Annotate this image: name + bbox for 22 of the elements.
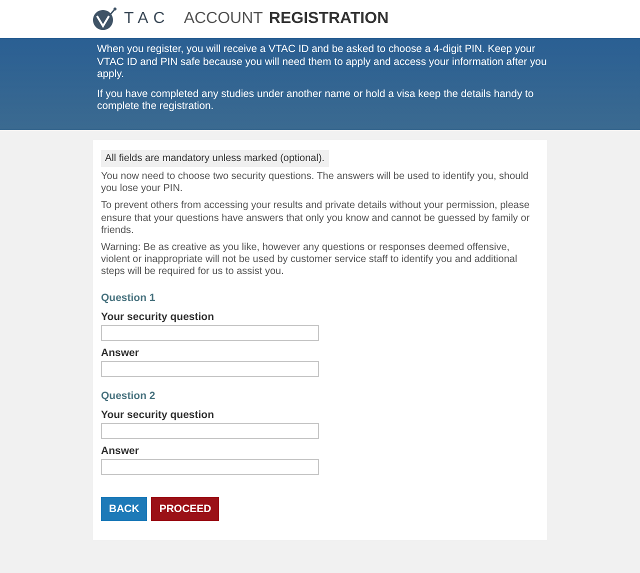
- input-field[interactable]: [101, 422, 319, 439]
- input-field[interactable]: [101, 360, 319, 377]
- banner-text: If you have completed any studies under another name or hold a visa keep the details handy to complete the registration.: [97, 88, 535, 114]
- instruction-text: To prevent others from accessing your results and private details without your permission, please ensure that your questions have answers that only you know and cannot be guessed by family or friends.: [101, 200, 531, 238]
- instruction-text: You now need to choose two security questions. The answers will be used to identify you, should you lose your PIN.: [101, 171, 530, 196]
- field-label: Your security question: [101, 310, 215, 323]
- page-title-bold: REGISTRATION: [268, 10, 389, 28]
- question-heading: Question 2: [101, 390, 156, 402]
- field-label: Answer: [101, 444, 140, 457]
- logo-icon: [92, 7, 118, 31]
- proceed-button[interactable]: PROCEED: [151, 496, 220, 521]
- field-label: Your security question: [101, 408, 215, 421]
- input-field[interactable]: [101, 324, 319, 341]
- input-field[interactable]: [101, 458, 319, 475]
- instruction-text: Warning: Be as creative as you like, however any questions or responses deemed offensive, violent or inappropriate will not be used by customer service staff to identify you and additional steps will be required for us to assist you.: [101, 242, 518, 279]
- banner-text: When you register, you will receive a VTAC ID and be asked to choose a 4-digit PIN. Keep your VTAC ID and PIN safe because you will need them to apply and access your information after you apply.: [97, 44, 548, 82]
- logo-text: TAC: [124, 10, 170, 28]
- field-label: Answer: [101, 346, 140, 359]
- page-title: ACCOUNT: [184, 10, 263, 28]
- mandatory-notice: All fields are mandatory unless marked (optional).: [101, 150, 329, 167]
- back-button[interactable]: BACK: [101, 496, 148, 521]
- question-heading: Question 1: [101, 292, 156, 304]
